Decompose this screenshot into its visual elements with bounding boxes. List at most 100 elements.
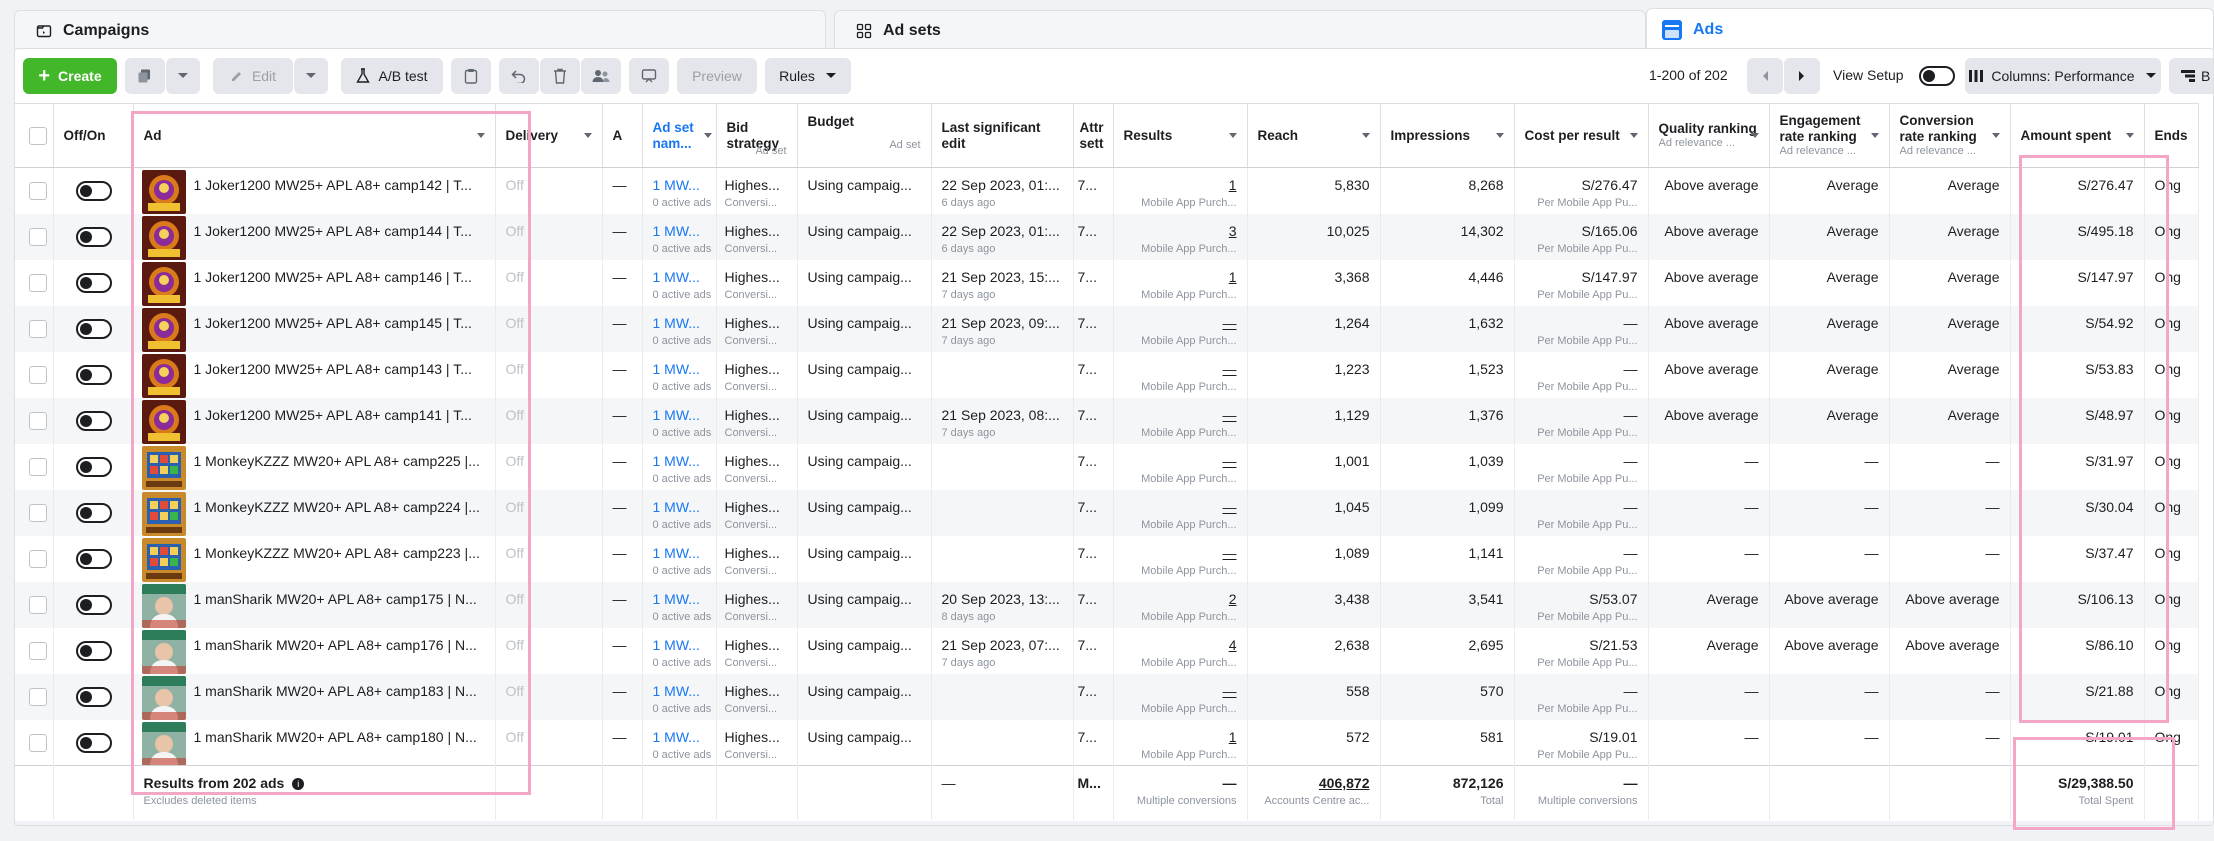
- adset-name-cell[interactable]: 1 MW... 0 active ads: [642, 305, 717, 352]
- ad-thumbnail[interactable]: [141, 537, 186, 582]
- adset-name-cell[interactable]: 1 MW... 0 active ads: [642, 397, 717, 444]
- adset-link[interactable]: 1 MW...: [653, 637, 700, 653]
- ad-name[interactable]: 1 Joker1200 MW25+ APL A8+ camp145 | T...: [194, 315, 484, 331]
- rules-button[interactable]: Rules: [765, 58, 851, 94]
- table-row[interactable]: 1 manSharik MW20+ APL A8+ camp180 | N...…: [15, 719, 2199, 766]
- ad-on-off-toggle[interactable]: [75, 410, 112, 431]
- ad-name-cell[interactable]: 1 MonkeyKZZZ MW20+ APL A8+ camp223 |...: [133, 535, 496, 582]
- ad-name-cell[interactable]: 1 MonkeyKZZZ MW20+ APL A8+ camp224 |...: [133, 489, 496, 536]
- col-offon[interactable]: Off/On: [53, 103, 134, 168]
- ad-name-cell[interactable]: 1 Joker1200 MW25+ APL A8+ camp143 | T...: [133, 351, 496, 398]
- table-row[interactable]: 1 manSharik MW20+ APL A8+ camp176 | N...…: [15, 627, 2199, 674]
- col-impressions[interactable]: Impressions: [1380, 103, 1515, 168]
- row-checkbox[interactable]: [29, 365, 47, 384]
- duplicate-button[interactable]: [125, 58, 165, 94]
- row-checkbox[interactable]: [29, 641, 47, 660]
- ad-on-off-toggle[interactable]: [75, 548, 112, 569]
- table-row[interactable]: 1 Joker1200 MW25+ APL A8+ camp145 | T...…: [15, 305, 2199, 352]
- ad-name[interactable]: 1 Joker1200 MW25+ APL A8+ camp142 | T...: [194, 177, 484, 193]
- table-row[interactable]: 1 MonkeyKZZZ MW20+ APL A8+ camp224 |... O…: [15, 489, 2199, 536]
- adset-name-cell[interactable]: 1 MW... 0 active ads: [642, 213, 717, 260]
- ad-on-off-toggle[interactable]: [75, 732, 112, 753]
- next-page-button[interactable]: [1784, 58, 1820, 94]
- ad-name[interactable]: 1 manSharik MW20+ APL A8+ camp183 | N...: [194, 683, 484, 699]
- ad-name[interactable]: 1 manSharik MW20+ APL A8+ camp175 | N...: [194, 591, 484, 607]
- table-row[interactable]: 1 MonkeyKZZZ MW20+ APL A8+ camp225 |... O…: [15, 443, 2199, 490]
- adset-link[interactable]: 1 MW...: [653, 591, 700, 607]
- ad-thumbnail[interactable]: [141, 261, 186, 306]
- col-last-edit[interactable]: Last significant edit: [931, 103, 1074, 168]
- preview-button[interactable]: Preview: [677, 58, 757, 94]
- ad-thumbnail[interactable]: [141, 399, 186, 444]
- ad-on-off-toggle[interactable]: [75, 594, 112, 615]
- col-cost-per-result[interactable]: Cost per result: [1514, 103, 1649, 168]
- row-checkbox[interactable]: [29, 549, 47, 568]
- delete-button[interactable]: [540, 58, 580, 94]
- ad-name-cell[interactable]: 1 Joker1200 MW25+ APL A8+ camp146 | T...: [133, 259, 496, 306]
- ad-name-cell[interactable]: 1 Joker1200 MW25+ APL A8+ camp142 | T...: [133, 167, 496, 214]
- row-checkbox[interactable]: [29, 227, 47, 246]
- row-checkbox[interactable]: [29, 273, 47, 292]
- ad-on-off-toggle[interactable]: [75, 318, 112, 339]
- col-conversion-ranking[interactable]: Conversion rate ranking Ad relevance ...: [1889, 103, 2011, 168]
- ad-on-off-toggle[interactable]: [75, 456, 112, 477]
- create-button[interactable]: + Create: [23, 58, 117, 94]
- ad-name-cell[interactable]: 1 manSharik MW20+ APL A8+ camp180 | N...: [133, 719, 496, 766]
- adset-link[interactable]: 1 MW...: [653, 269, 700, 285]
- ad-on-off-toggle[interactable]: [75, 686, 112, 707]
- adset-name-cell[interactable]: 1 MW... 0 active ads: [642, 167, 717, 214]
- adset-name-cell[interactable]: 1 MW... 0 active ads: [642, 535, 717, 582]
- ad-name-cell[interactable]: 1 Joker1200 MW25+ APL A8+ camp141 | T...: [133, 397, 496, 444]
- col-bid-strategy[interactable]: Bid strategy Ad set: [716, 103, 798, 168]
- ad-thumbnail[interactable]: [141, 675, 186, 720]
- ad-thumbnail[interactable]: [141, 721, 186, 766]
- row-checkbox[interactable]: [29, 687, 47, 706]
- ad-name[interactable]: 1 MonkeyKZZZ MW20+ APL A8+ camp225 |...: [194, 453, 484, 469]
- ad-thumbnail[interactable]: [141, 215, 186, 260]
- row-checkbox[interactable]: [29, 595, 47, 614]
- ad-thumbnail[interactable]: [141, 491, 186, 536]
- table-row[interactable]: 1 manSharik MW20+ APL A8+ camp175 | N...…: [15, 581, 2199, 628]
- col-ad[interactable]: Ad: [133, 103, 496, 168]
- preview-ad-button[interactable]: [629, 58, 669, 94]
- row-checkbox[interactable]: [29, 182, 47, 200]
- adset-name-cell[interactable]: 1 MW... 0 active ads: [642, 627, 717, 674]
- ad-on-off-toggle[interactable]: [75, 364, 112, 385]
- ad-on-off-toggle[interactable]: [75, 640, 112, 661]
- col-amount-spent[interactable]: Amount spent: [2010, 103, 2145, 168]
- edit-button[interactable]: Edit: [213, 58, 293, 94]
- col-adset-name[interactable]: Ad set nam...: [642, 103, 717, 168]
- adset-link[interactable]: 1 MW...: [653, 729, 700, 745]
- adset-link[interactable]: 1 MW...: [653, 499, 700, 515]
- ab-test-button[interactable]: A/B test: [341, 58, 443, 94]
- ad-name[interactable]: 1 Joker1200 MW25+ APL A8+ camp146 | T...: [194, 269, 484, 285]
- edit-dropdown-button[interactable]: [294, 58, 328, 94]
- breakdown-button[interactable]: B: [2169, 58, 2213, 94]
- adset-link[interactable]: 1 MW...: [653, 361, 700, 377]
- columns-button[interactable]: Columns: Performance: [1965, 58, 2161, 94]
- col-engagement-ranking[interactable]: Engagement rate ranking Ad relevance ...: [1769, 103, 1890, 168]
- row-checkbox[interactable]: [29, 411, 47, 430]
- ad-on-off-toggle[interactable]: [75, 181, 112, 201]
- audience-button[interactable]: [581, 58, 621, 94]
- select-all-checkbox[interactable]: [29, 127, 47, 145]
- row-checkbox[interactable]: [29, 457, 47, 476]
- col-quality-ranking[interactable]: Quality ranking Ad relevance ...: [1648, 103, 1770, 168]
- prev-page-button[interactable]: [1747, 58, 1783, 94]
- ad-name[interactable]: 1 Joker1200 MW25+ APL A8+ camp144 | T...: [194, 223, 484, 239]
- ad-thumbnail[interactable]: [141, 583, 186, 628]
- adset-name-cell[interactable]: 1 MW... 0 active ads: [642, 259, 717, 306]
- tab-ads[interactable]: Ads: [1646, 8, 2214, 50]
- ad-name[interactable]: 1 MonkeyKZZZ MW20+ APL A8+ camp224 |...: [194, 499, 484, 515]
- adset-name-cell[interactable]: 1 MW... 0 active ads: [642, 443, 717, 490]
- adset-link[interactable]: 1 MW...: [653, 315, 700, 331]
- adset-link[interactable]: 1 MW...: [653, 683, 700, 699]
- ad-thumbnail[interactable]: [141, 170, 186, 214]
- tab-ad-sets[interactable]: Ad sets: [834, 10, 1646, 50]
- table-row[interactable]: 1 manSharik MW20+ APL A8+ camp183 | N...…: [15, 673, 2199, 720]
- ad-name-cell[interactable]: 1 manSharik MW20+ APL A8+ camp176 | N...: [133, 627, 496, 674]
- ad-on-off-toggle[interactable]: [75, 226, 112, 247]
- row-checkbox[interactable]: [29, 733, 47, 752]
- table-row[interactable]: 1 MonkeyKZZZ MW20+ APL A8+ camp223 |... O…: [15, 535, 2199, 582]
- ad-thumbnail[interactable]: [141, 445, 186, 490]
